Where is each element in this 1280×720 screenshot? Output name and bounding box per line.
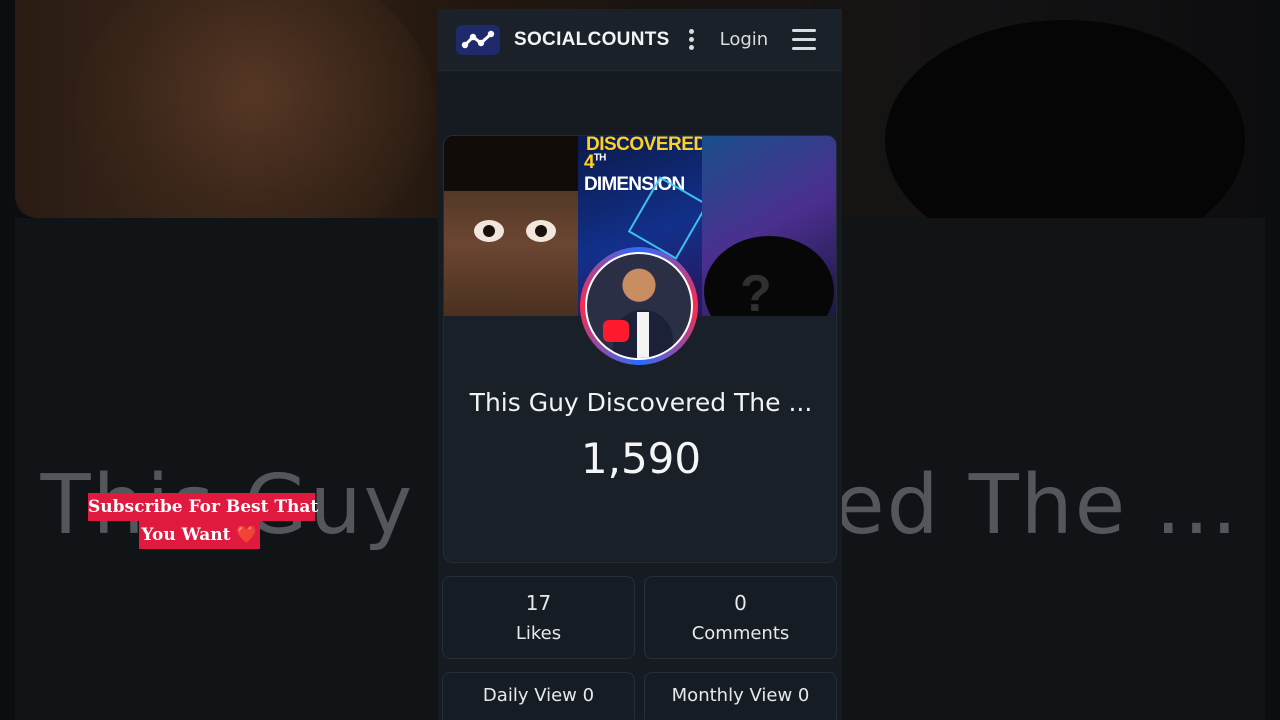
banner-cosmic-panel: ? xyxy=(702,136,836,316)
comments-value: 0 xyxy=(734,591,747,615)
likes-stat-card: 17 Likes xyxy=(442,576,635,659)
video-title: This Guy Discovered The ... xyxy=(469,388,813,417)
shorts-icon xyxy=(603,320,629,342)
view-count: 1,590 xyxy=(580,434,702,483)
blurred-silhouette xyxy=(885,20,1245,218)
bg-title-right: ed The ... xyxy=(834,458,1240,553)
likes-value: 17 xyxy=(525,591,552,615)
monthly-view-stat-card: Monthly View 0 xyxy=(644,672,837,720)
login-link[interactable]: Login xyxy=(720,29,769,50)
caption-line1: Subscribe For Best That xyxy=(88,493,318,521)
comments-label: Comments xyxy=(691,623,790,644)
video-card: DISCOVERED 4TH DIMENSION ? This Guy Disc… xyxy=(443,135,837,563)
daily-view-stat-card: Daily View 0 xyxy=(442,672,635,720)
banner-line2: 4TH DIMENSION xyxy=(584,152,685,195)
top-navbar: SOCIALCOUNTS Login xyxy=(438,9,842,71)
brand-name[interactable]: SOCIALCOUNTS xyxy=(514,29,670,51)
question-mark: ? xyxy=(740,265,772,316)
more-options-icon[interactable] xyxy=(688,29,696,50)
banner-face-panel xyxy=(444,136,578,316)
socialcounts-logo-icon[interactable] xyxy=(456,24,500,55)
monthly-view-label: Monthly View 0 xyxy=(671,685,810,706)
hamburger-menu-icon[interactable] xyxy=(792,29,816,50)
likes-label: Likes xyxy=(515,623,562,644)
comments-stat-card: 0 Comments xyxy=(644,576,837,659)
caption-line2: You Want ❤️ xyxy=(139,521,260,549)
blurred-face xyxy=(75,0,435,218)
phone-viewport: SOCIALCOUNTS Login DISCOVERED 4TH DIMENS… xyxy=(438,9,842,720)
channel-avatar[interactable] xyxy=(580,247,698,365)
daily-view-label: Daily View 0 xyxy=(482,685,595,706)
